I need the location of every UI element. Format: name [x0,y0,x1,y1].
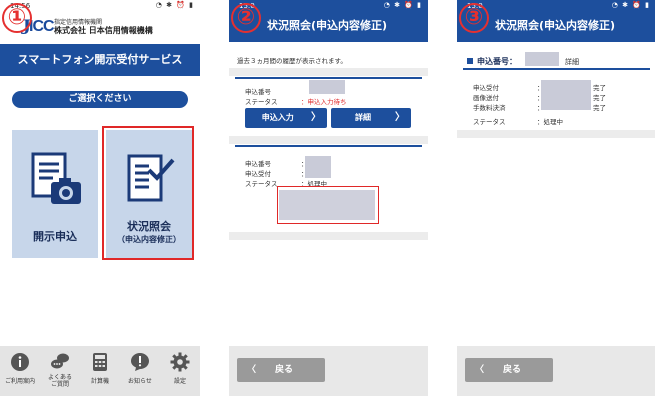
disclosure-application-label: 開示申込 [33,230,77,243]
phone-screen-status-list: 15:0 ◔ ✱ ⏰ ▮ 状況照会(申込内容修正) ② 過去３ヵ月間の履歴が表示… [229,0,428,396]
disclosure-application-tile[interactable]: 開示申込 [12,130,98,258]
application-accepted-label: 申込受付 [473,84,499,92]
application-accepted-label: 申込受付 [245,170,271,178]
status-inquiry-tile[interactable]: 状況照会 （申込内容修正） [106,130,192,258]
status-icons: ◔ ✱ ⏰ ▮ [383,1,422,9]
step-marker: ③ [459,3,489,33]
nav-calculator[interactable]: 計算機 [80,346,120,396]
application-accepted-value: 完了 [593,84,606,92]
status-icons: ◔ ✱ ⏰ ▮ [155,1,194,9]
application-input-button[interactable]: 申込入力 〉 [245,108,327,128]
status-icons: ◔ ✱ ⏰ ▮ [611,1,650,9]
status-label: ステータス [245,98,278,106]
status-value-processing: ：処理中 [537,118,563,126]
nav-guide-label: ご利用案内 [4,378,35,385]
nav-settings[interactable]: 設定 [160,346,200,396]
redacted-dates [541,80,591,110]
calculator-icon [93,353,107,371]
gear-icon [170,352,190,372]
nav-calculator-label: 計算機 [90,378,109,385]
status-label: ステータス [473,118,506,126]
back-button[interactable]: 〈 戻る [465,358,553,382]
section-bullet [467,58,473,64]
step-marker: ① [2,3,32,33]
chevron-left-icon: 〈 [247,365,257,375]
status-inquiry-label: 状況照会 [127,220,171,233]
nav-faq-label: よくある ご質問 [47,374,72,388]
notice-icon [131,353,149,371]
detail-button[interactable]: 詳細 〉 [331,108,411,128]
chevron-right-icon: 〉 [395,112,405,123]
fee-payment-label: 手数料決済 [473,104,506,112]
highlight-frame [277,186,379,224]
application-number-redacted [525,52,559,66]
phone-screen-home: 14:56 ◔ ✱ ⏰ ▮ J ICC 指定信用情報機関 株式会社 日本信用情報… [0,0,200,396]
step-marker: ② [231,3,261,33]
image-sent-value: 完了 [593,94,606,102]
phone-screen-status-detail: 15:0 ◔ ✱ ⏰ ▮ 状況照会(申込内容修正) ③ 申込番号： 詳細 申込受… [457,0,655,396]
application-number-redacted [309,80,345,94]
nav-notice[interactable]: お知らせ [120,346,160,396]
image-sent-label: 画像送付 [473,94,499,102]
info-icon [11,353,29,371]
back-button[interactable]: 〈 戻る [237,358,325,382]
org-name: 株式会社 日本信用情報機構 [54,26,153,35]
status-value-awaiting-input: ：申込入力待ち [301,98,347,106]
page-title: 状況照会(申込内容修正) [267,19,388,32]
fee-payment-value: 完了 [593,104,606,112]
document-camera-icon [31,152,81,204]
application-number-label: 申込番号 [245,160,271,168]
chat-icon [51,353,69,369]
chevron-right-icon: 〉 [311,112,321,123]
document-check-icon [127,154,175,202]
select-prompt: ご選択ください [12,91,188,108]
nav-guide[interactable]: ご利用案内 [0,346,40,396]
nav-faq[interactable]: よくある ご質問 [40,346,80,396]
bottom-navigation: ご利用案内 よくある ご質問 計算機 お知らせ 設定 [0,346,200,396]
status-inquiry-sublabel: （申込内容修正） [117,235,181,244]
chevron-left-icon: 〈 [475,365,485,375]
nav-notice-label: お知らせ [128,378,152,385]
service-title: スマートフォン開示受付サービス [0,44,200,76]
history-note: 過去３ヵ月間の履歴が表示されます。 [237,57,347,65]
application-number-label: 申込番号 [245,88,271,96]
application-number-label: 申込番号： [477,57,517,66]
detail-heading: 詳細 [565,58,579,66]
page-title: 状況照会(申込内容修正) [495,19,616,32]
status-label: ステータス [245,180,278,188]
nav-settings-label: 設定 [173,378,186,385]
redacted-value [305,156,331,178]
